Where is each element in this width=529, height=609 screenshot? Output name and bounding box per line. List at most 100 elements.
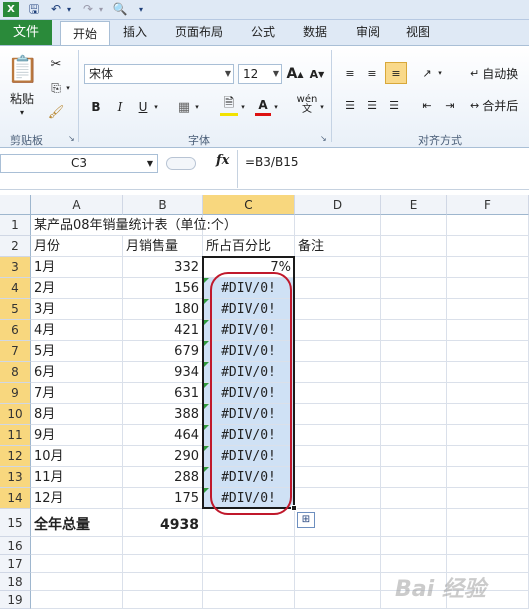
cell-e12[interactable] <box>381 446 447 467</box>
cell-a3[interactable]: 1月 <box>31 257 123 278</box>
formula-bar-resize-handle[interactable] <box>166 157 196 170</box>
cell-d2[interactable]: 备注 <box>295 236 381 257</box>
cell-a1[interactable]: 某产品08年销量统计表（单位:个） <box>31 215 237 236</box>
cell-b8[interactable]: 934 <box>123 362 203 383</box>
cell-a11[interactable]: 9月 <box>31 425 123 446</box>
cell-a16[interactable] <box>31 537 123 555</box>
cell-d7[interactable] <box>295 341 381 362</box>
cell-a5[interactable]: 3月 <box>31 299 123 320</box>
column-header-c[interactable]: C <box>203 195 295 215</box>
cell-c9[interactable]: #DIV/0! <box>203 383 295 404</box>
row-header[interactable]: 13 <box>0 467 31 488</box>
cell-c10[interactable]: #DIV/0! <box>203 404 295 425</box>
cell-f10[interactable] <box>447 404 529 425</box>
font-launcher-icon[interactable]: ↘ <box>320 134 327 143</box>
cell-d4[interactable] <box>295 278 381 299</box>
cell-e2[interactable] <box>381 236 447 257</box>
chevron-down-icon[interactable]: ▼ <box>225 65 231 83</box>
cell-f3[interactable] <box>447 257 529 278</box>
cell-a10[interactable]: 8月 <box>31 404 123 425</box>
cell-f8[interactable] <box>447 362 529 383</box>
row-header[interactable]: 4 <box>0 278 31 299</box>
cell-e5[interactable] <box>381 299 447 320</box>
cell-c8[interactable]: #DIV/0! <box>203 362 295 383</box>
cell-a14[interactable]: 12月 <box>31 488 123 509</box>
row-header[interactable]: 10 <box>0 404 31 425</box>
worksheet-grid[interactable]: ABCDEF 1234567891011121314151617181920 某… <box>0 195 529 609</box>
grow-font-button[interactable]: A ▲ <box>287 64 304 84</box>
redo-icon[interactable]: ↷ <box>80 2 96 17</box>
align-top-icon[interactable]: ≡ <box>341 64 359 82</box>
error-indicator-icon[interactable] <box>203 341 209 347</box>
row-header[interactable]: 19 <box>0 591 31 609</box>
error-indicator-icon[interactable] <box>203 278 209 284</box>
cell-c16[interactable] <box>203 537 295 555</box>
cell-f4[interactable] <box>447 278 529 299</box>
row-header[interactable]: 15 <box>0 509 31 537</box>
column-header-a[interactable]: A <box>31 195 123 215</box>
cell-d1[interactable] <box>295 215 381 236</box>
row-header[interactable]: 18 <box>0 573 31 591</box>
cell-e4[interactable] <box>381 278 447 299</box>
cell-d10[interactable] <box>295 404 381 425</box>
row-header[interactable]: 6 <box>0 320 31 341</box>
cell-c2[interactable]: 所占百分比 <box>203 236 295 257</box>
cell-c12[interactable]: #DIV/0! <box>203 446 295 467</box>
cell-d19[interactable] <box>295 591 381 609</box>
cell-e10[interactable] <box>381 404 447 425</box>
font-name-combo[interactable]: 宋体 ▼ <box>84 64 234 84</box>
cell-f6[interactable] <box>447 320 529 341</box>
font-color-button[interactable]: A <box>255 96 271 116</box>
fill-color-dropdown-icon[interactable]: ▾ <box>239 98 247 116</box>
cell-c13[interactable]: #DIV/0! <box>203 467 295 488</box>
error-indicator-icon[interactable] <box>203 383 209 389</box>
cell-b19[interactable] <box>123 591 203 609</box>
cell-b4[interactable]: 156 <box>123 278 203 299</box>
tab-file[interactable]: 文件 <box>0 20 52 45</box>
column-header-d[interactable]: D <box>295 195 381 215</box>
formula-input[interactable]: =B3/B15 <box>245 155 298 169</box>
cell-b3[interactable]: 332 <box>123 257 203 278</box>
cell-c5[interactable]: #DIV/0! <box>203 299 295 320</box>
cell-a7[interactable]: 5月 <box>31 341 123 362</box>
cell-a17[interactable] <box>31 555 123 573</box>
tab-home[interactable]: 开始 <box>60 21 110 46</box>
row-header[interactable]: 9 <box>0 383 31 404</box>
font-size-combo[interactable]: 12 ▼ <box>238 64 282 84</box>
row-header[interactable]: 8 <box>0 362 31 383</box>
cell-b9[interactable]: 631 <box>123 383 203 404</box>
cell-d16[interactable] <box>295 537 381 555</box>
underline-button[interactable]: U <box>135 98 151 116</box>
cell-a19[interactable] <box>31 591 123 609</box>
decrease-indent-icon[interactable]: ⇤ <box>418 96 436 114</box>
tab-data[interactable]: 数据 <box>295 20 335 45</box>
cell-b11[interactable]: 464 <box>123 425 203 446</box>
paste-icon[interactable]: 📋 <box>7 52 39 88</box>
clipboard-launcher-icon[interactable]: ↘ <box>68 134 75 143</box>
align-center-icon[interactable]: ☰ <box>363 96 381 114</box>
cell-d17[interactable] <box>295 555 381 573</box>
phonetic-dropdown-icon[interactable]: ▾ <box>318 98 326 116</box>
cell-e9[interactable] <box>381 383 447 404</box>
cell-c15[interactable] <box>203 509 295 537</box>
tab-review[interactable]: 审阅 <box>348 20 388 45</box>
row-header[interactable]: 11 <box>0 425 31 446</box>
cell-e3[interactable] <box>381 257 447 278</box>
copy-icon[interactable]: ⎘ <box>48 80 64 96</box>
fill-color-icon[interactable]: 🗎 <box>220 96 238 116</box>
name-box[interactable]: C3 ▼ <box>0 154 158 173</box>
borders-dropdown-icon[interactable]: ▾ <box>193 98 201 116</box>
cell-d18[interactable] <box>295 573 381 591</box>
align-bottom-icon[interactable]: ≡ <box>385 62 407 84</box>
error-indicator-icon[interactable] <box>203 404 209 410</box>
error-indicator-icon[interactable] <box>203 488 209 494</box>
excel-logo-icon[interactable]: X <box>3 2 19 17</box>
wrap-text-button[interactable]: ↵ 自动换 <box>470 64 529 82</box>
row-header[interactable]: 16 <box>0 537 31 555</box>
row-header[interactable]: 14 <box>0 488 31 509</box>
cell-d6[interactable] <box>295 320 381 341</box>
row-header[interactable]: 17 <box>0 555 31 573</box>
cell-e11[interactable] <box>381 425 447 446</box>
align-right-icon[interactable]: ☰ <box>385 96 403 114</box>
cell-a15[interactable]: 全年总量 <box>31 509 123 537</box>
